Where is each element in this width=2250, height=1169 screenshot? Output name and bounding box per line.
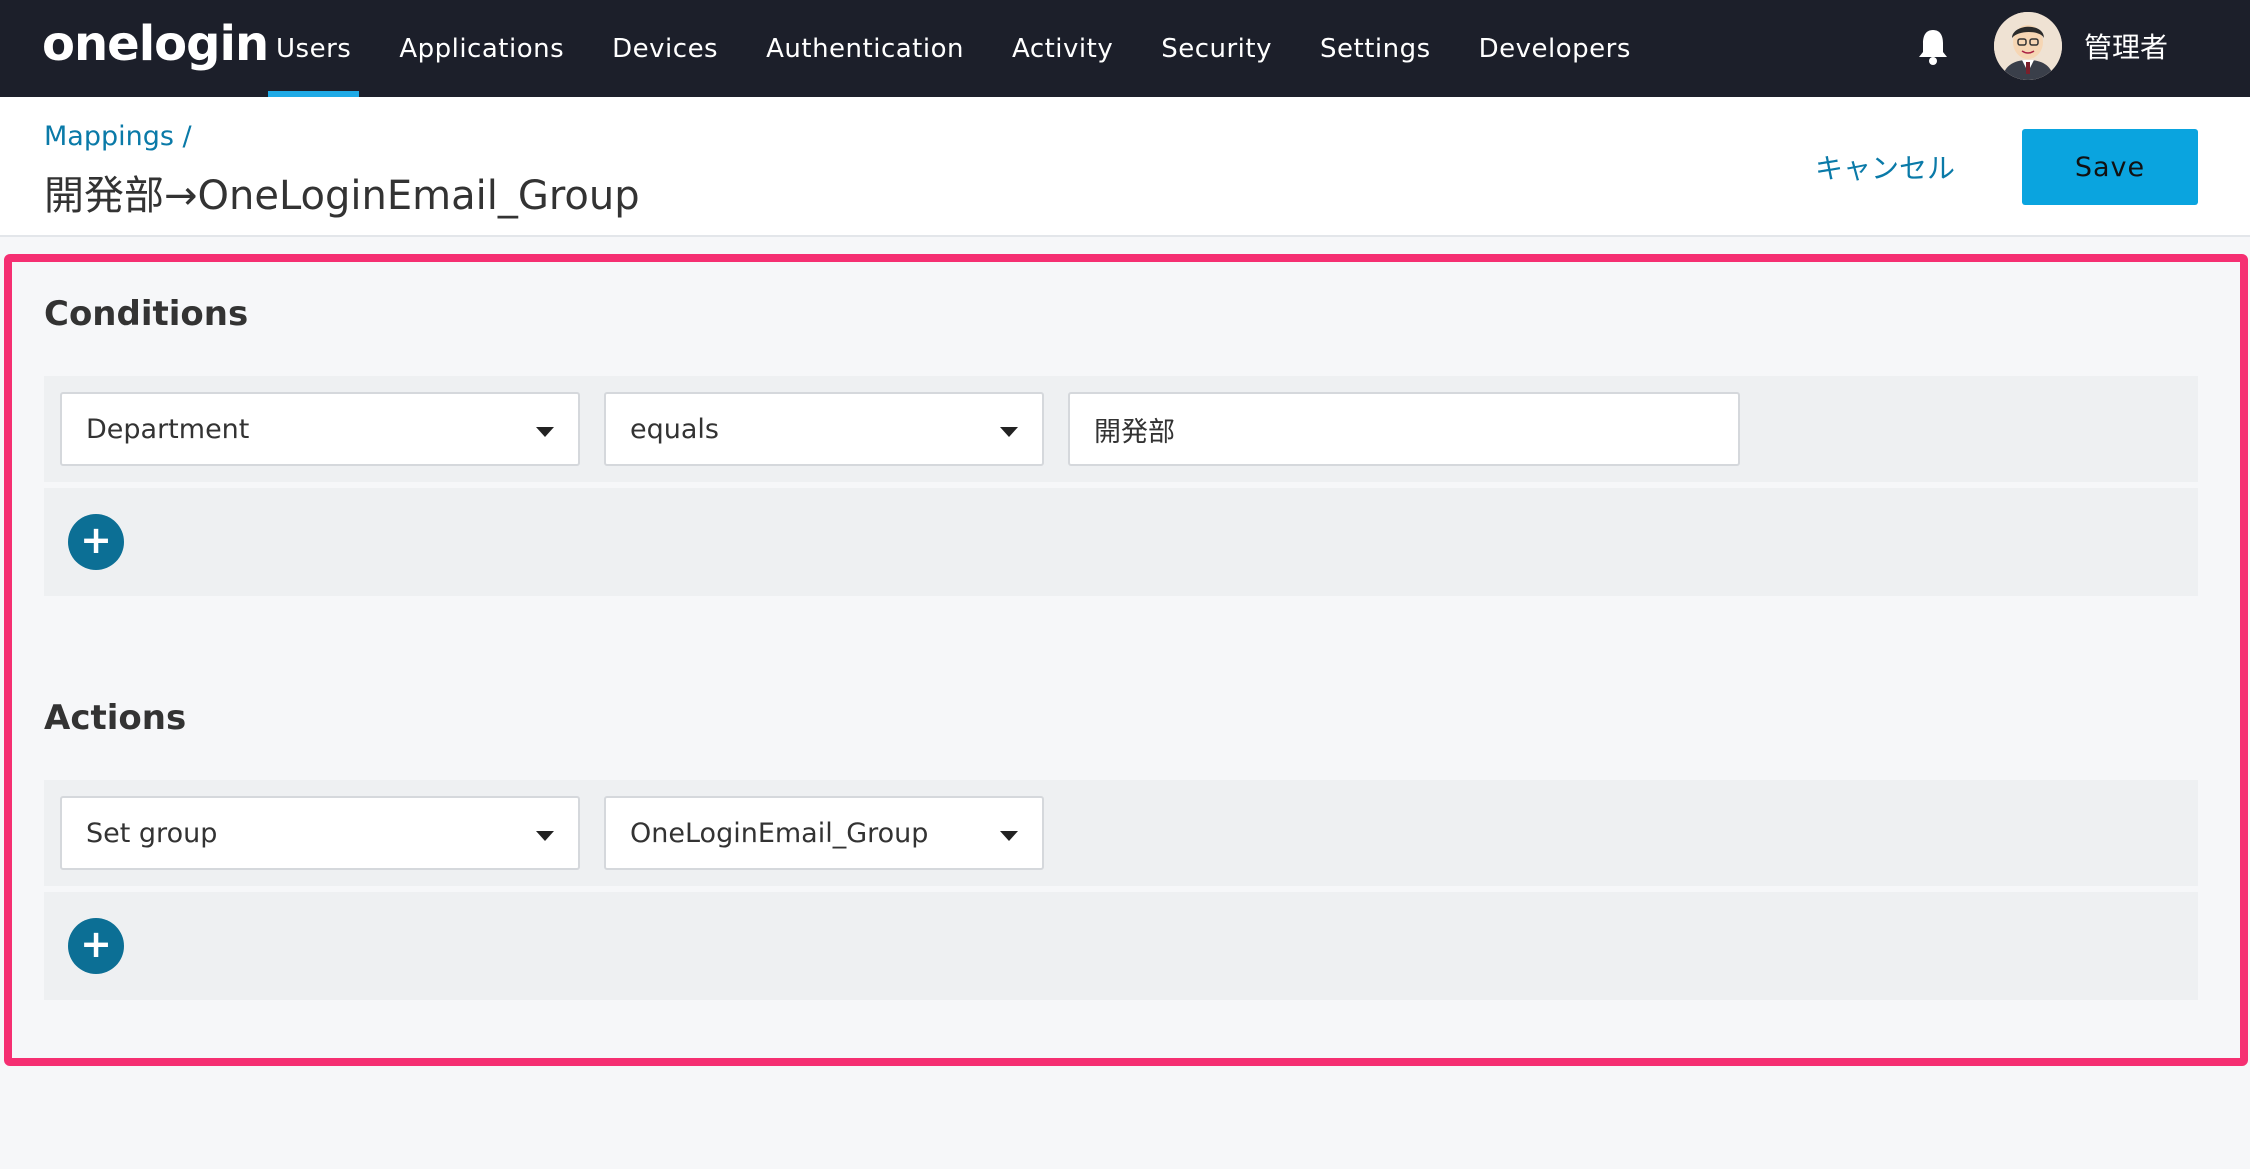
condition-operator-value: equals bbox=[630, 413, 719, 445]
main-nav: Users Applications Devices Authenticatio… bbox=[262, 0, 1665, 97]
nav-item-activity[interactable]: Activity bbox=[998, 0, 1127, 97]
bell-icon[interactable] bbox=[1916, 26, 1950, 66]
onelogin-logo[interactable]: onelogin bbox=[42, 16, 269, 72]
user-name[interactable]: 管理者 bbox=[2084, 26, 2168, 66]
action-type-select[interactable]: Set group bbox=[60, 796, 580, 870]
action-value-select[interactable]: OneLoginEmail_Group bbox=[604, 796, 1044, 870]
nav-item-users[interactable]: Users bbox=[262, 0, 365, 97]
caret-down-icon bbox=[1000, 831, 1018, 841]
condition-row: Department equals bbox=[44, 376, 2198, 482]
caret-down-icon bbox=[536, 427, 554, 437]
condition-operator-select[interactable]: equals bbox=[604, 392, 1044, 466]
nav-item-devices[interactable]: Devices bbox=[598, 0, 732, 97]
caret-down-icon bbox=[1000, 427, 1018, 437]
condition-add-row: + bbox=[44, 488, 2198, 596]
actions-title: Actions bbox=[44, 698, 187, 738]
action-row: Set group OneLoginEmail_Group bbox=[44, 780, 2198, 886]
add-condition-button[interactable]: + bbox=[68, 514, 124, 570]
top-navigation-bar: onelogin Users Applications Devices Auth… bbox=[0, 0, 2250, 97]
page-title: 開発部→OneLoginEmail_Group bbox=[44, 173, 640, 219]
user-avatar[interactable] bbox=[1994, 12, 2062, 80]
condition-field-value: Department bbox=[86, 413, 250, 445]
save-button[interactable]: Save bbox=[2022, 129, 2198, 205]
nav-item-applications[interactable]: Applications bbox=[385, 0, 578, 97]
condition-value-input[interactable] bbox=[1068, 392, 1740, 466]
conditions-title: Conditions bbox=[44, 294, 249, 334]
nav-item-authentication[interactable]: Authentication bbox=[752, 0, 978, 97]
nav-item-developers[interactable]: Developers bbox=[1465, 0, 1645, 97]
condition-field-select[interactable]: Department bbox=[60, 392, 580, 466]
caret-down-icon bbox=[536, 831, 554, 841]
breadcrumb[interactable]: Mappings / bbox=[44, 121, 192, 152]
action-value: OneLoginEmail_Group bbox=[630, 817, 929, 849]
add-action-button[interactable]: + bbox=[68, 918, 124, 974]
nav-item-security[interactable]: Security bbox=[1147, 0, 1286, 97]
page-header: Mappings / 開発部→OneLoginEmail_Group キャンセル… bbox=[0, 97, 2250, 237]
action-add-row: + bbox=[44, 892, 2198, 1000]
cancel-button[interactable]: キャンセル bbox=[1815, 147, 1955, 187]
action-type-value: Set group bbox=[86, 817, 218, 849]
nav-item-settings[interactable]: Settings bbox=[1306, 0, 1445, 97]
